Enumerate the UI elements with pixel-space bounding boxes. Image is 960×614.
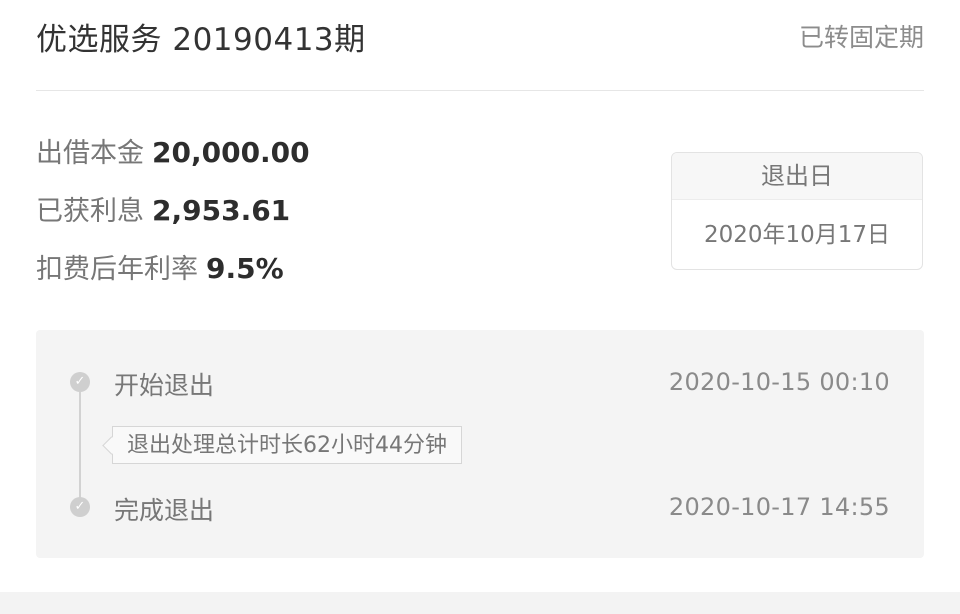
timeline-step-start-time: 2020-10-15 00:10 xyxy=(668,368,890,396)
timeline-step-start-label: 开始退出 xyxy=(114,371,215,400)
timeline-step-complete-label: 完成退出 xyxy=(114,496,215,525)
principal-label: 出借本金 xyxy=(36,138,144,169)
interest-row: 已获利息 2,953.61 xyxy=(36,190,310,248)
check-circle-icon: ✓ xyxy=(70,372,90,392)
exit-date-label: 退出日 xyxy=(672,153,922,200)
bottom-divider-strip xyxy=(0,592,960,614)
timeline-step-complete-time: 2020-10-17 14:55 xyxy=(668,493,890,521)
exit-date-value: 2020年10月17日 xyxy=(703,222,891,248)
exit-timeline: ✓ 开始退出 2020-10-15 00:10 退出处理总计时长62小时44分钟… xyxy=(36,330,924,558)
page-title: 优选服务 20190413期 xyxy=(36,22,366,58)
page-header: 优选服务 20190413期 已转固定期 xyxy=(36,0,924,91)
interest-value: 2,953.61 xyxy=(152,194,291,227)
check-circle-icon: ✓ xyxy=(70,497,90,517)
investment-summary: 出借本金 20,000.00 已获利息 2,953.61 扣费后年利率 9.5% xyxy=(36,132,310,306)
principal-value: 20,000.00 xyxy=(152,136,310,169)
principal-row: 出借本金 20,000.00 xyxy=(36,132,310,190)
status-badge: 已转固定期 xyxy=(798,23,924,52)
interest-label: 已获利息 xyxy=(36,196,144,227)
rate-value: 9.5% xyxy=(206,252,284,285)
rate-label: 扣费后年利率 xyxy=(36,254,198,285)
timeline-connector xyxy=(79,392,81,504)
rate-row: 扣费后年利率 9.5% xyxy=(36,248,310,306)
processing-duration-note: 退出处理总计时长62小时44分钟 xyxy=(112,426,462,464)
exit-date-card: 退出日 2020年10月17日 xyxy=(671,152,923,270)
